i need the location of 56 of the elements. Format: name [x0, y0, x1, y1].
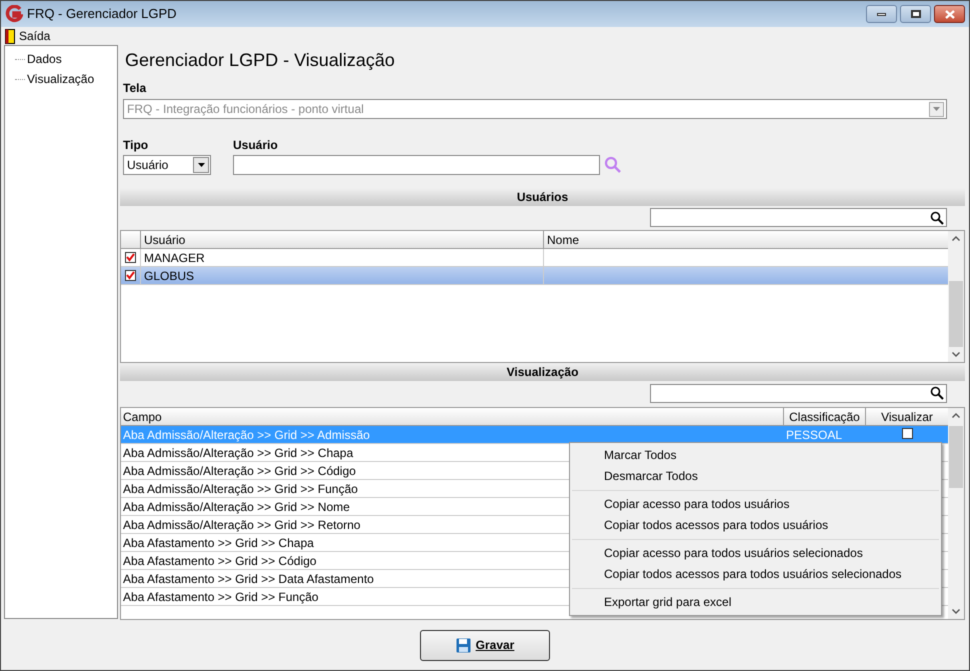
window-title: FRQ - Gerenciador LGPD	[27, 5, 177, 24]
exit-door-icon	[5, 28, 15, 44]
close-button[interactable]	[934, 5, 965, 23]
search-icon	[930, 386, 944, 400]
scroll-down-icon[interactable]	[952, 352, 960, 358]
checkbox[interactable]	[902, 428, 912, 440]
table-cell: Aba Afastamento >> Grid >> Código	[123, 554, 316, 568]
column-header[interactable]: Usuário	[141, 230, 544, 248]
caret-icon	[198, 163, 204, 167]
checkbox[interactable]	[125, 270, 136, 281]
app-logo-icon	[5, 5, 23, 23]
table-cell: MANAGER	[141, 248, 544, 266]
table-row[interactable]: MANAGER	[121, 248, 948, 267]
section-header: Visualização	[120, 363, 965, 382]
context-menu-item[interactable]: Copiar todos acessos para todos usuários	[572, 515, 939, 536]
tree-item[interactable]: Visualização	[25, 70, 96, 88]
column-header[interactable]: Classificação	[784, 408, 866, 426]
table-cell: PESSOAL	[786, 428, 842, 442]
caret-icon	[933, 107, 940, 111]
scroll-down-icon[interactable]	[952, 609, 960, 614]
field-label: Tipo	[123, 137, 148, 154]
user-input-field[interactable]	[233, 155, 600, 175]
minimize-button[interactable]	[866, 5, 897, 23]
checkbox[interactable]	[125, 252, 136, 263]
search-field[interactable]	[650, 384, 947, 403]
column-header[interactable]: Nome	[544, 230, 948, 248]
field-label: Usuário	[233, 137, 278, 154]
table-row[interactable]: GLOBUS	[121, 266, 948, 285]
table-cell: Aba Admissão/Alteração >> Grid >> Função	[123, 482, 358, 496]
section-header: Usuários	[120, 188, 965, 206]
type-dropdown[interactable]: Usuário	[123, 155, 211, 175]
table-cell: Aba Admissão/Alteração >> Grid >> Retorno	[123, 518, 360, 532]
dropdown-button[interactable]	[193, 157, 209, 173]
scroll-up-icon[interactable]	[952, 236, 960, 241]
menu-item[interactable]: Saída	[5, 27, 50, 45]
table-cell: Aba Afastamento >> Grid >> Data Afastamento	[123, 572, 374, 586]
column-header[interactable]: Campo	[121, 408, 784, 426]
table-cell: Aba Admissão/Alteração >> Grid >> Código	[123, 464, 356, 478]
column-header[interactable]: Visualizar	[866, 408, 948, 426]
scrollbar[interactable]	[948, 230, 964, 362]
search-icon	[930, 210, 944, 225]
table-cell: Aba Admissão/Alteração >> Grid >> Admissão	[123, 428, 370, 442]
tree-item[interactable]: Dados	[25, 50, 64, 68]
table-cell: GLOBUS	[141, 266, 544, 284]
maximize-button[interactable]	[900, 5, 931, 23]
table-cell: Aba Afastamento >> Grid >> Chapa	[123, 536, 314, 550]
save-button[interactable]: Gravar	[420, 630, 550, 660]
table-cell: Aba Afastamento >> Grid >> Função	[123, 590, 318, 604]
search-field[interactable]	[650, 208, 947, 228]
table-cell: Aba Admissão/Alteração >> Grid >> Chapa	[123, 446, 354, 460]
field-label: Tela	[123, 80, 146, 97]
close-icon	[944, 10, 954, 18]
scroll-up-icon[interactable]	[952, 413, 960, 418]
scrollbar[interactable]	[948, 408, 964, 619]
page-title: Gerenciador LGPD - Visualização	[125, 49, 396, 72]
table-cell: Aba Admissão/Alteração >> Grid >> Nome	[123, 500, 350, 514]
